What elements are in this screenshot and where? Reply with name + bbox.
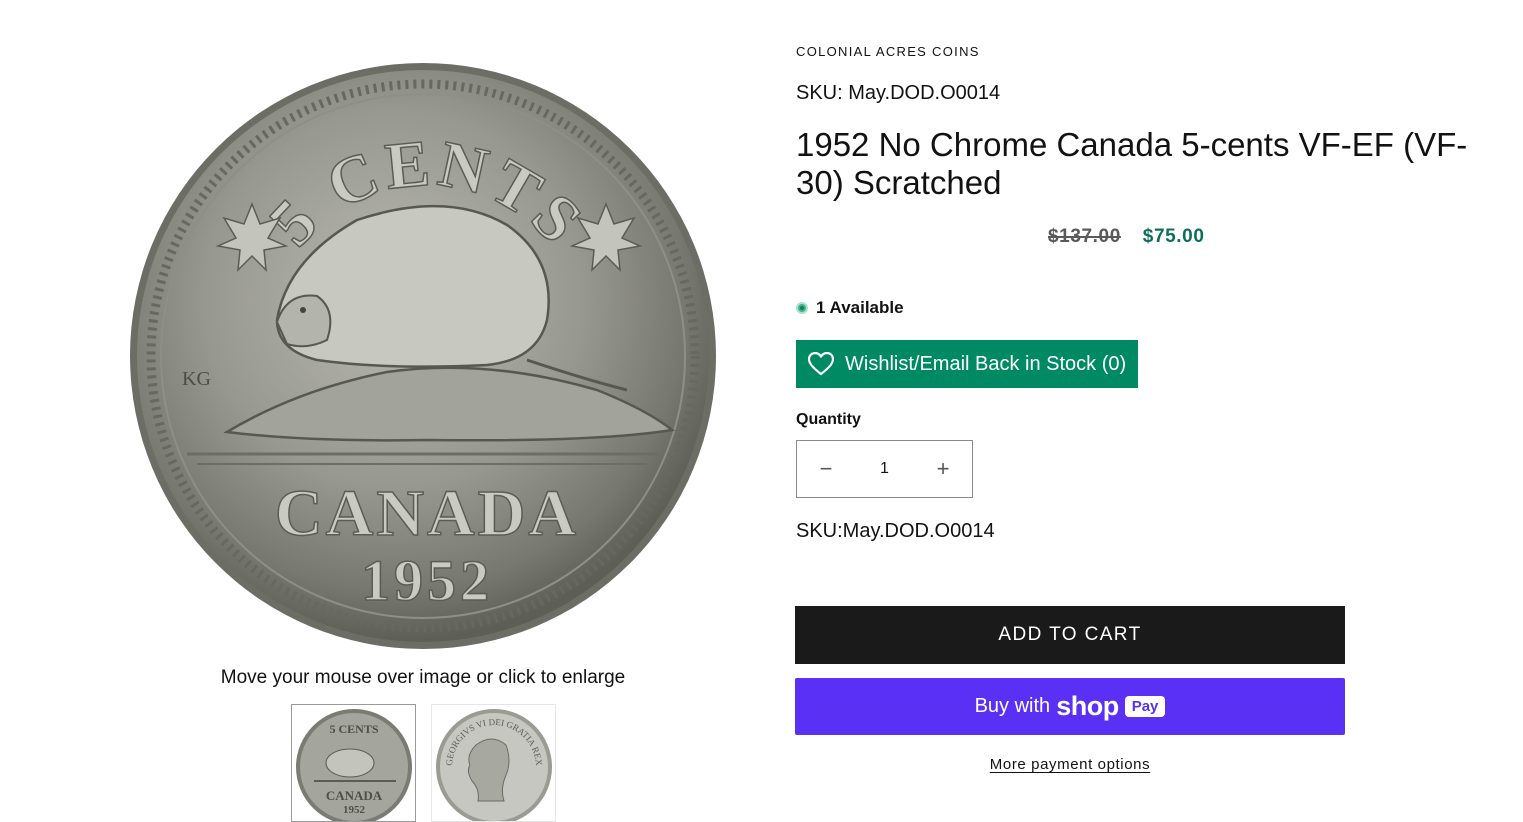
vendor-name: COLONIAL ACRES COINS [796, 44, 980, 59]
status-dot-icon [796, 302, 808, 314]
thumbnail-obverse-image: GEORGIVS VI DEI GRATIA REX [436, 709, 552, 821]
availability-status: 1 Available [796, 298, 904, 318]
add-to-cart-label: ADD TO CART [998, 624, 1142, 645]
thumbnail-reverse-image: 5 CENTS CANADA 1952 [296, 709, 412, 821]
thumbnail-denomination-text: 5 CENTS [329, 722, 378, 736]
shop-pay-buy-with-text: Buy with [974, 695, 1051, 717]
more-payment-options: More payment options [795, 756, 1345, 773]
coin-initials-text: KG [182, 368, 211, 390]
thumbnail-reverse[interactable]: 5 CENTS CANADA 1952 [291, 704, 416, 822]
plus-icon: + [936, 456, 950, 481]
coin-country-text: CANADA [275, 477, 579, 550]
wishlist-label: Wishlist/Email Back in Stock (0) [845, 352, 1127, 375]
thumbnail-year-text: 1952 [343, 804, 366, 816]
wishlist-button[interactable]: Wishlist/Email Back in Stock (0) [796, 340, 1138, 388]
quantity-input[interactable] [855, 441, 914, 497]
image-zoom-hint: Move your mouse over image or click to e… [220, 667, 626, 688]
shop-pay-logo: shop [1056, 691, 1119, 721]
heart-outline-icon [808, 352, 834, 376]
product-title: 1952 No Chrome Canada 5-cents VF-EF (VF-… [796, 126, 1468, 201]
price-row: $137.00 $75.00 [1048, 226, 1205, 248]
shop-pay-button[interactable]: Buy with shop Pay [795, 678, 1345, 735]
coin-reverse-image: 5 CENTS KG CANADA 1952 [130, 63, 716, 649]
sale-price: $75.00 [1142, 226, 1205, 247]
quantity-decrease-button[interactable]: − [797, 441, 855, 497]
shop-pay-badge: Pay [1124, 696, 1166, 717]
coin-year-text: 1952 [361, 548, 493, 613]
sku-text-bottom: SKU:May.DOD.O0014 [796, 520, 995, 542]
quantity-stepper: − + [796, 440, 973, 498]
sku-text-top: SKU: May.DOD.O0014 [796, 82, 1001, 104]
add-to-cart-button[interactable]: ADD TO CART [795, 606, 1345, 664]
thumbnail-obverse[interactable]: GEORGIVS VI DEI GRATIA REX [431, 704, 556, 822]
product-main-image[interactable]: 5 CENTS KG CANADA 1952 [127, 60, 719, 652]
thumbnail-country-text: CANADA [326, 788, 383, 803]
minus-icon: − [819, 456, 833, 481]
availability-text: 1 Available [816, 298, 904, 317]
more-payment-options-link[interactable]: More payment options [990, 756, 1150, 773]
quantity-label: Quantity [796, 411, 861, 428]
compare-at-price: $137.00 [1048, 226, 1121, 247]
quantity-increase-button[interactable]: + [914, 441, 972, 497]
